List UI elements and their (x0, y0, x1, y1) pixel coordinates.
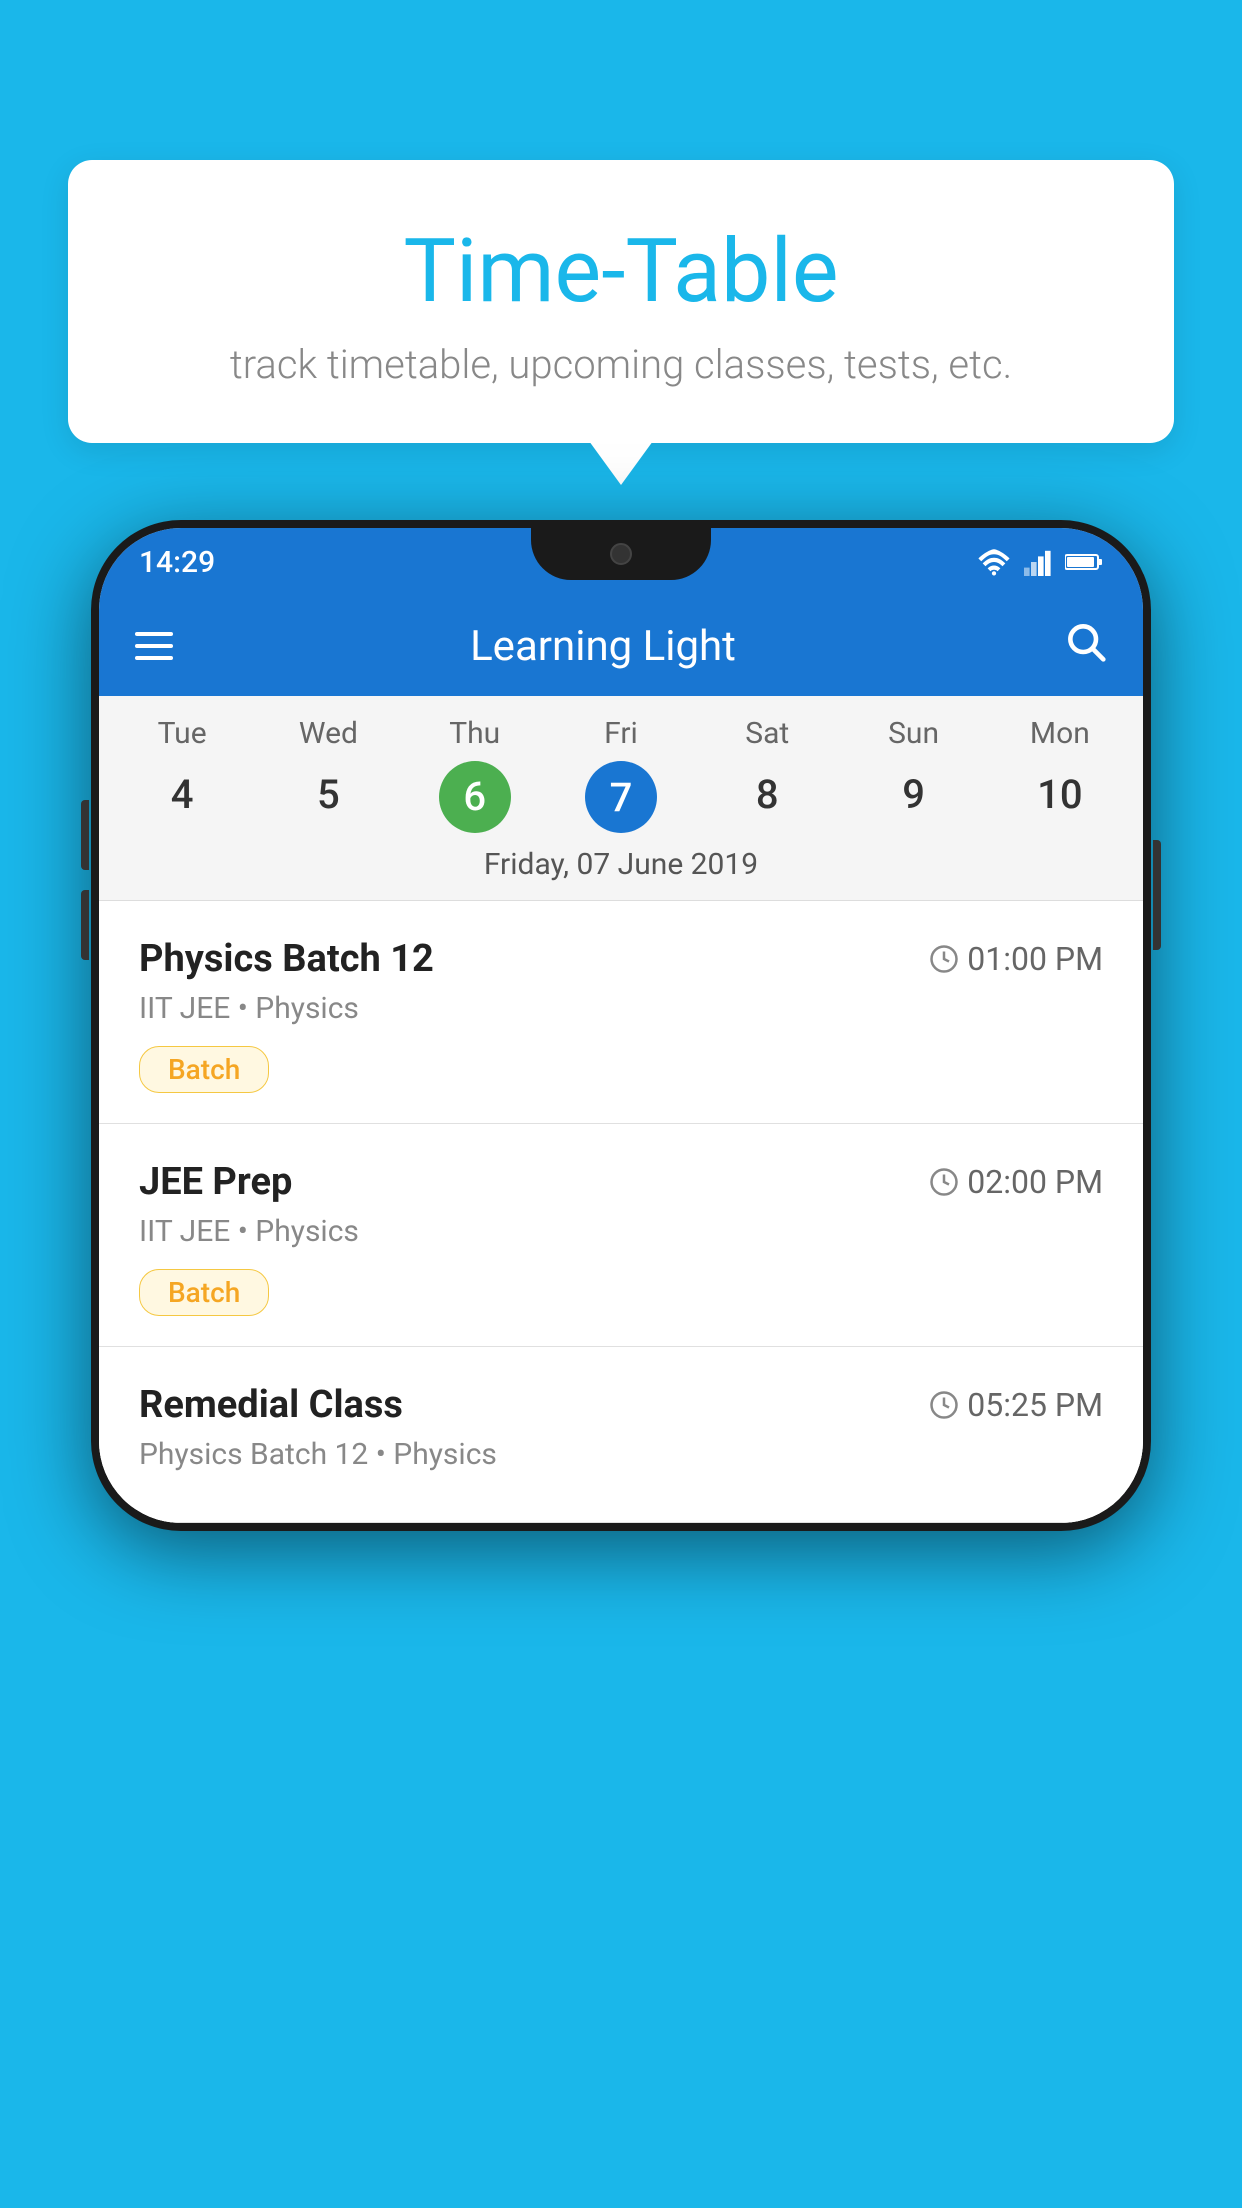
day-6-today[interactable]: 6 (439, 761, 511, 833)
day-8[interactable]: 8 (694, 761, 840, 833)
phone-mockup: 14:29 (91, 520, 1151, 1531)
app-bar: Learning Light (99, 596, 1143, 696)
day-header-sun: Sun (840, 716, 986, 751)
notch (531, 528, 711, 580)
class-time-text-1: 01:00 PM (967, 940, 1103, 978)
wifi-icon (977, 548, 1011, 576)
camera (610, 543, 632, 565)
status-bar: 14:29 (99, 528, 1143, 596)
calendar-section: Tue Wed Thu Fri Sat Sun Mon 4 5 6 7 8 9 … (99, 696, 1143, 901)
class-time-text-3: 05:25 PM (967, 1386, 1103, 1424)
status-time: 14:29 (139, 545, 215, 580)
phone-screen: 14:29 (99, 528, 1143, 1523)
day-header-sat: Sat (694, 716, 840, 751)
clock-icon-1 (929, 944, 959, 974)
class-list: Physics Batch 12 01:00 PM IIT JEE • Phys… (99, 901, 1143, 1523)
class-item-2-header: JEE Prep 02:00 PM (139, 1160, 1103, 1204)
bubble-subtitle: track timetable, upcoming classes, tests… (118, 341, 1124, 388)
batch-badge-2: Batch (139, 1269, 269, 1316)
class-item-1-header: Physics Batch 12 01:00 PM (139, 937, 1103, 981)
class-meta-2: IIT JEE • Physics (139, 1214, 1103, 1249)
day-header-mon: Mon (987, 716, 1133, 751)
volume-up-button (81, 800, 89, 870)
app-title: Learning Light (171, 622, 1035, 671)
day-header-fri: Fri (548, 716, 694, 751)
power-button (1153, 840, 1161, 950)
class-time-2: 02:00 PM (929, 1163, 1103, 1201)
day-header-thu: Thu (402, 716, 548, 751)
search-button[interactable] (1063, 619, 1107, 674)
day-7-selected[interactable]: 7 (585, 761, 657, 833)
class-time-text-2: 02:00 PM (967, 1163, 1103, 1201)
day-header-wed: Wed (255, 716, 401, 751)
clock-icon-3 (929, 1390, 959, 1420)
class-name-1: Physics Batch 12 (139, 937, 434, 981)
day-4[interactable]: 4 (109, 761, 255, 833)
phone-frame: 14:29 (91, 520, 1151, 1531)
battery-icon (1065, 550, 1103, 574)
class-item-3[interactable]: Remedial Class 05:25 PM Physics Batch 12… (99, 1347, 1143, 1523)
menu-button[interactable] (135, 632, 173, 660)
class-name-2: JEE Prep (139, 1160, 292, 1204)
class-name-3: Remedial Class (139, 1383, 403, 1427)
class-meta-3: Physics Batch 12 • Physics (139, 1437, 1103, 1472)
clock-icon-2 (929, 1167, 959, 1197)
class-item-3-header: Remedial Class 05:25 PM (139, 1383, 1103, 1427)
class-time-1: 01:00 PM (929, 940, 1103, 978)
class-item-2[interactable]: JEE Prep 02:00 PM IIT JEE • Physics Batc… (99, 1124, 1143, 1347)
class-time-3: 05:25 PM (929, 1386, 1103, 1424)
selected-date-label: Friday, 07 June 2019 (99, 847, 1143, 901)
day-9[interactable]: 9 (840, 761, 986, 833)
intro-bubble: Time-Table track timetable, upcoming cla… (68, 160, 1174, 443)
day-header-tue: Tue (109, 716, 255, 751)
signal-icon (1023, 548, 1053, 576)
day-numbers: 4 5 6 7 8 9 10 (99, 761, 1143, 833)
day-5[interactable]: 5 (255, 761, 401, 833)
volume-down-button (81, 890, 89, 960)
batch-badge-1: Batch (139, 1046, 269, 1093)
status-icons (977, 548, 1103, 576)
class-item-1[interactable]: Physics Batch 12 01:00 PM IIT JEE • Phys… (99, 901, 1143, 1124)
day-headers: Tue Wed Thu Fri Sat Sun Mon (99, 716, 1143, 751)
day-10[interactable]: 10 (987, 761, 1133, 833)
class-meta-1: IIT JEE • Physics (139, 991, 1103, 1026)
bubble-title: Time-Table (118, 220, 1124, 323)
